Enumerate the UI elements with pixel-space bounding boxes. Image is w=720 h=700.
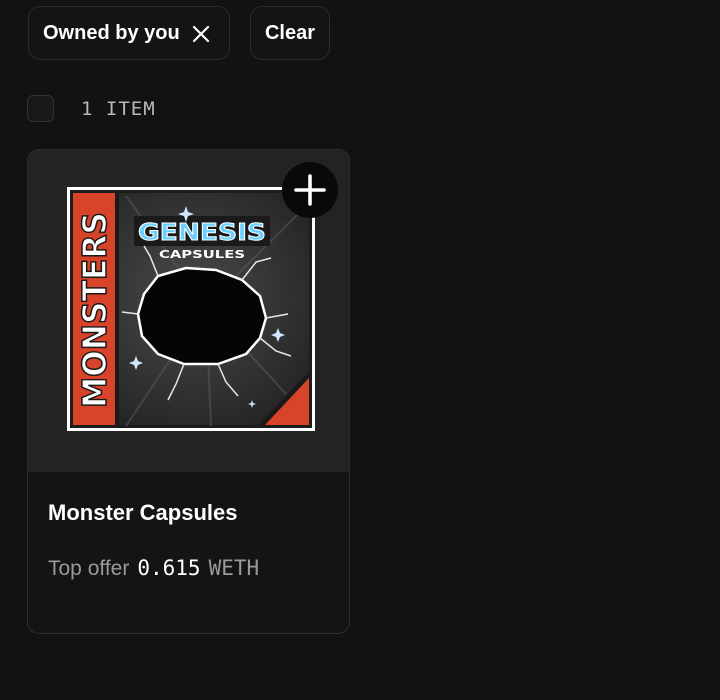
add-to-cart-button[interactable] xyxy=(282,162,338,218)
nft-title[interactable]: Monster Capsules xyxy=(48,500,238,526)
select-all-checkbox[interactable] xyxy=(27,95,54,122)
clear-filters-button[interactable]: Clear xyxy=(250,6,330,60)
nft-card[interactable]: MONSTERS GENESIS CAPSULES Monster Capsul… xyxy=(27,149,350,634)
close-icon[interactable] xyxy=(191,24,211,44)
art-side-text: MONSTERS xyxy=(75,212,114,408)
nft-card-media[interactable]: MONSTERS GENESIS CAPSULES xyxy=(28,150,349,472)
monster-capsules-artwork: MONSTERS GENESIS CAPSULES xyxy=(67,187,315,431)
plus-icon xyxy=(294,174,326,206)
top-offer-value: 0.615 xyxy=(137,556,201,580)
top-offer-label: Top offer xyxy=(48,557,130,580)
clear-label: Clear xyxy=(264,21,316,44)
item-count: 1 ITEM xyxy=(81,97,156,120)
owned-filter-label: Owned by you xyxy=(43,21,180,44)
art-logo-bottom: CAPSULES xyxy=(159,248,245,261)
top-offer: Top offer 0.615 WETH xyxy=(48,556,259,581)
top-offer-currency: WETH xyxy=(208,556,260,580)
owned-by-you-filter-chip[interactable]: Owned by you xyxy=(28,6,230,60)
collection-page: Owned by you Clear 1 ITEM MONSTERS GENES… xyxy=(0,0,720,700)
art-logo-top: GENESIS xyxy=(138,220,266,246)
